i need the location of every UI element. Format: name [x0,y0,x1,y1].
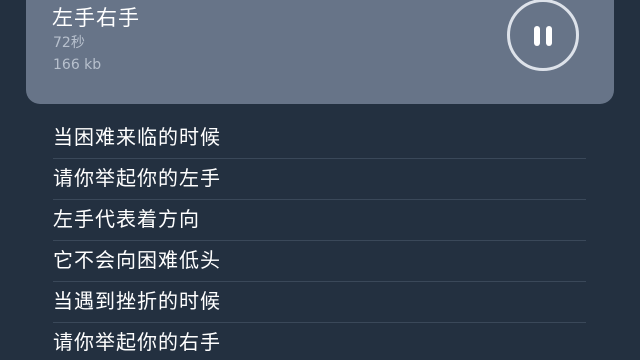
lyric-line: 当遇到挫折的时候 [53,282,586,323]
lyric-line: 请你举起你的左手 [53,159,586,200]
music-player-app: 左手右手 72秒 166 kb 当困难来临的时候 请你举起你的左手 左手代表着方… [0,0,640,360]
pause-icon-bar [546,26,552,46]
song-title: 左手右手 [52,6,140,30]
lyric-line: 请你举起你的右手 [53,323,586,360]
lyric-line: 当困难来临的时候 [53,118,586,159]
lyric-line: 左手代表着方向 [53,200,586,241]
pause-icon [534,26,540,46]
song-duration: 72秒 [53,35,85,51]
file-size: 166 kb [53,57,102,73]
pause-button[interactable] [507,0,579,71]
lyric-line: 它不会向困难低头 [53,241,586,282]
lyrics-list: 当困难来临的时候 请你举起你的左手 左手代表着方向 它不会向困难低头 当遇到挫折… [53,118,586,360]
now-playing-card: 左手右手 72秒 166 kb [26,0,614,104]
